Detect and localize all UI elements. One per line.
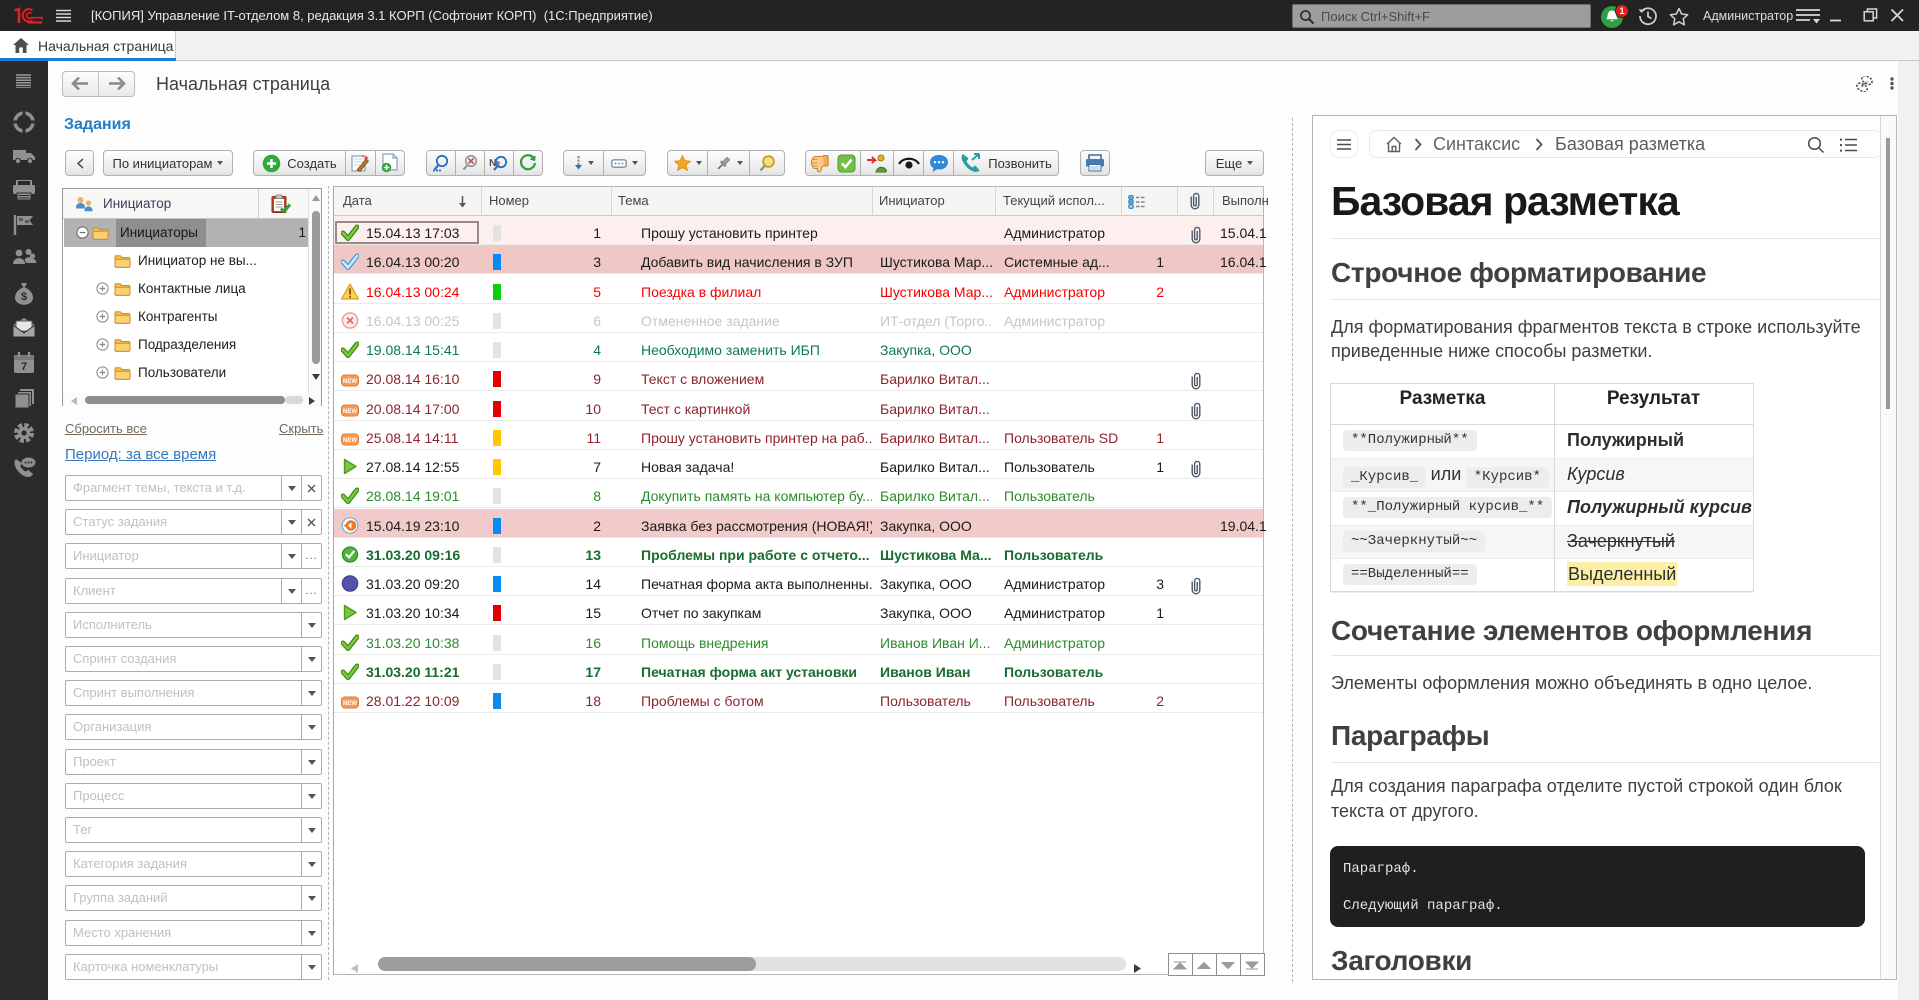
svg-text:NEW: NEW — [343, 379, 357, 385]
svg-text:7: 7 — [21, 361, 27, 373]
svg-text:$: $ — [21, 291, 27, 303]
svg-text:NEW: NEW — [343, 409, 357, 415]
svg-text:1: 1 — [1619, 6, 1624, 16]
svg-text:NEW: NEW — [343, 438, 357, 444]
svg-text:NEW: NEW — [343, 701, 357, 707]
